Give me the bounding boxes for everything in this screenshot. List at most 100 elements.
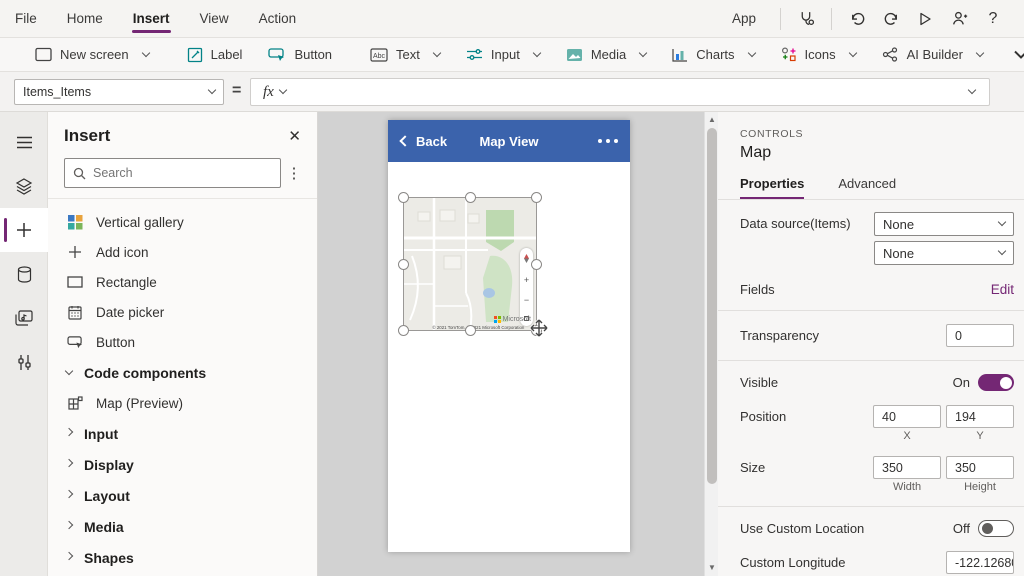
formula-expand-chevron[interactable] <box>968 86 976 94</box>
screen-header: Map View Back <box>388 120 630 162</box>
app-checker-icon[interactable] <box>789 6 823 32</box>
ribbon-icons[interactable]: Icons <box>768 38 869 72</box>
category-layout[interactable]: Layout <box>48 480 317 511</box>
divider <box>780 8 781 30</box>
insert-item-map-preview[interactable]: Map (Preview) <box>48 388 317 418</box>
compass-icon[interactable] <box>523 254 530 265</box>
scrollbar-thumb[interactable] <box>707 128 717 484</box>
custom-location-state-text: Off <box>953 521 970 536</box>
equals-sign: = <box>232 82 241 100</box>
scroll-up-icon[interactable]: ▲ <box>705 112 719 126</box>
insert-item-vertical-gallery[interactable]: Vertical gallery <box>48 207 317 237</box>
resize-handle[interactable] <box>398 259 409 270</box>
ribbon-expand-chevron[interactable] <box>996 38 1024 72</box>
y-caption: Y <box>976 430 983 442</box>
insert-panel: Insert ✕ ⋮ Vertical gallery Add icon Rec… <box>48 112 318 576</box>
insert-item-button[interactable]: Button <box>48 327 317 357</box>
resize-handle[interactable] <box>465 325 476 336</box>
size-width-input[interactable]: 350 <box>873 456 941 479</box>
insert-item-rectangle[interactable]: Rectangle <box>48 267 317 297</box>
position-x-input[interactable]: 40 <box>873 405 941 428</box>
category-display[interactable]: Display <box>48 449 317 480</box>
tree-view-icon[interactable] <box>0 164 48 208</box>
fields-edit-link[interactable]: Edit <box>991 282 1014 297</box>
divider <box>718 310 1024 311</box>
category-media[interactable]: Media <box>48 511 317 542</box>
position-y-input[interactable]: 194 <box>946 405 1014 428</box>
media-rail-icon[interactable] <box>0 296 48 340</box>
resize-handle[interactable] <box>531 192 542 203</box>
hamburger-menu-icon[interactable] <box>0 120 48 164</box>
map-component-icon <box>66 396 84 410</box>
formula-input[interactable] <box>286 79 963 105</box>
chevron-down-icon <box>747 48 755 56</box>
map-control-selected[interactable]: + − Microsoft © 2021 TomTom, © 2021 Micr… <box>403 197 537 331</box>
redo-icon[interactable] <box>874 6 908 32</box>
app-scope-label[interactable]: App <box>732 11 756 26</box>
zoom-out-icon[interactable]: − <box>524 296 529 305</box>
category-shapes[interactable]: Shapes <box>48 542 317 573</box>
divider <box>831 8 832 30</box>
properties-panel: CONTROLS Map Properties Advanced Data so… <box>718 112 1024 576</box>
app-screen[interactable]: Map View Back <box>388 120 630 552</box>
screen-title: Map View <box>388 134 630 149</box>
chevron-right-icon <box>65 489 73 497</box>
property-selector[interactable]: Items_Items <box>14 79 224 105</box>
menu-home[interactable]: Home <box>52 0 118 38</box>
insert-item-add-icon[interactable]: Add icon <box>48 237 317 267</box>
tab-advanced[interactable]: Advanced <box>838 170 896 199</box>
ribbon-text[interactable]: Abc Text <box>357 38 453 72</box>
data-source-dropdown-2[interactable]: None <box>874 241 1014 265</box>
size-label: Size <box>740 456 873 475</box>
custom-location-toggle[interactable] <box>978 520 1014 537</box>
ribbon-charts[interactable]: Charts <box>659 38 767 72</box>
chevron-down-icon <box>141 48 149 56</box>
menu-insert[interactable]: Insert <box>118 0 185 38</box>
size-height-input[interactable]: 350 <box>946 456 1014 479</box>
vertical-gallery-icon <box>66 215 84 230</box>
ribbon-label[interactable]: Label <box>174 38 256 72</box>
help-icon[interactable]: ? <box>976 6 1010 32</box>
insert-item-date-picker[interactable]: Date picker <box>48 297 317 327</box>
menu-file[interactable]: File <box>0 0 52 38</box>
menu-view[interactable]: View <box>185 0 244 38</box>
ribbon-button[interactable]: Button <box>255 38 345 72</box>
custom-longitude-input[interactable]: -122.12680 <box>946 551 1014 574</box>
undo-icon[interactable] <box>840 6 874 32</box>
ribbon-media[interactable]: Media <box>553 38 659 72</box>
resize-handle[interactable] <box>465 192 476 203</box>
width-caption: Width <box>893 481 921 493</box>
move-cursor-icon <box>529 318 549 343</box>
plus-icon <box>66 245 84 259</box>
play-preview-icon[interactable] <box>908 6 942 32</box>
data-source-label: Data source(Items) <box>740 212 874 231</box>
resize-handle[interactable] <box>398 325 409 336</box>
fx-label[interactable]: fx <box>251 84 278 101</box>
category-code-components[interactable]: Code components <box>48 357 317 388</box>
scroll-down-icon[interactable]: ▼ <box>705 560 719 574</box>
tab-properties[interactable]: Properties <box>740 170 804 199</box>
ribbon-input[interactable]: Input <box>453 38 553 72</box>
menu-action[interactable]: Action <box>244 0 312 38</box>
map-nav-controls[interactable]: + − <box>520 248 533 326</box>
insert-search-box[interactable] <box>64 158 281 188</box>
data-sources-icon[interactable] <box>0 252 48 296</box>
insert-search-input[interactable] <box>93 166 272 180</box>
ribbon-new-screen[interactable]: New screen <box>22 38 162 72</box>
category-input[interactable]: Input <box>48 418 317 449</box>
transparency-input[interactable]: 0 <box>946 324 1014 347</box>
left-navigation-rail <box>0 112 48 576</box>
canvas-scrollbar[interactable]: ▲ ▼ <box>704 112 718 576</box>
resize-handle[interactable] <box>398 192 409 203</box>
visible-toggle[interactable] <box>978 374 1014 391</box>
close-icon[interactable]: ✕ <box>288 127 301 145</box>
share-user-icon[interactable] <box>942 6 976 32</box>
chevron-down-icon <box>998 218 1006 226</box>
data-source-dropdown-1[interactable]: None <box>874 212 1014 236</box>
ribbon-ai-builder[interactable]: AI Builder <box>869 38 996 72</box>
zoom-in-icon[interactable]: + <box>524 276 529 285</box>
resize-handle[interactable] <box>531 259 542 270</box>
kebab-menu-icon[interactable]: ⋮ <box>281 164 307 182</box>
advanced-tools-icon[interactable] <box>0 340 48 384</box>
insert-rail-icon[interactable] <box>0 208 48 252</box>
